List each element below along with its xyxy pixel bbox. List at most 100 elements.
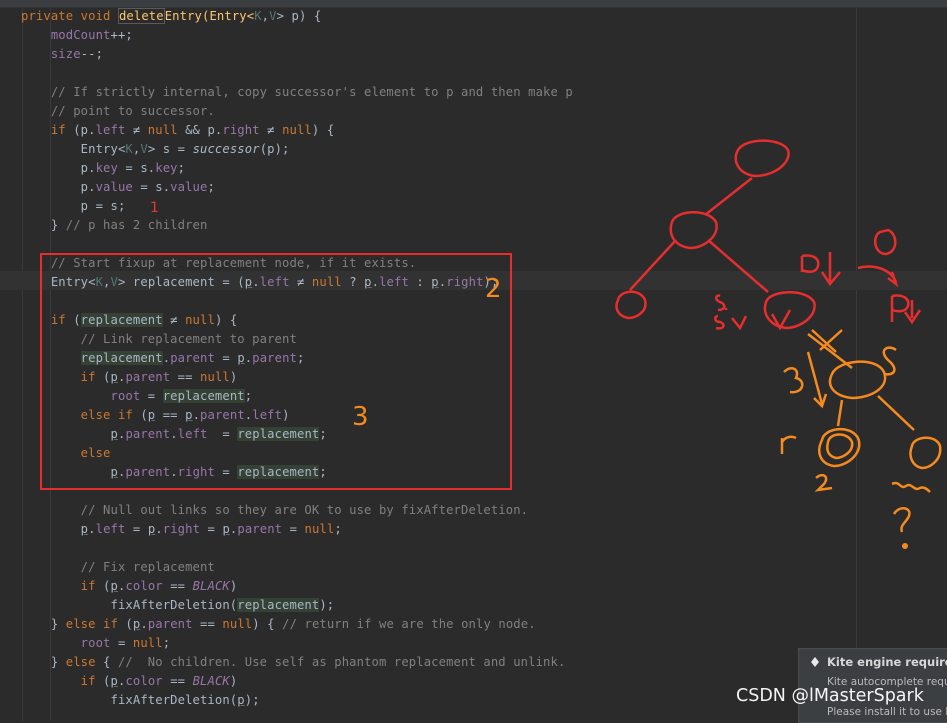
code-line[interactable]: // Fix replacement (0, 558, 947, 577)
code-token: K (254, 9, 262, 23)
code-token: . (170, 465, 178, 479)
code-token: , (103, 275, 111, 289)
code-token: null (132, 636, 163, 650)
code-line[interactable]: Entry<K,V> replacement = (p.left ≠ null … (0, 273, 947, 292)
code-token: left (95, 522, 126, 536)
code-token: == (192, 617, 223, 631)
code-token: right (162, 522, 201, 536)
code-token: (p. (73, 123, 96, 137)
code-line[interactable]: replacement.parent = p.parent; (0, 349, 947, 368)
code-token: ; (319, 427, 327, 441)
code-token: replacement (237, 598, 320, 612)
code-token: // If strictly internal, copy successor'… (21, 85, 573, 99)
code-line[interactable]: if (p.parent == null) (0, 368, 947, 387)
code-token: p (110, 427, 118, 441)
code-token: . (192, 408, 201, 422)
code-token: right (177, 465, 215, 479)
code-token: V (110, 275, 118, 289)
code-token: replacement (80, 313, 163, 327)
code-token: ( (125, 617, 133, 631)
code-line[interactable]: p.key = s.key; (0, 159, 947, 178)
code-token: ) (229, 579, 238, 593)
notification-line[interactable]: Please install it to use k (827, 706, 947, 718)
code-token: K (125, 142, 133, 156)
code-token: ) { (311, 123, 335, 137)
code-token: ) (229, 370, 238, 384)
code-line[interactable]: // point to successor. (0, 102, 947, 121)
code-token: ); (244, 693, 260, 707)
code-token: = (110, 636, 133, 650)
code-line[interactable] (0, 539, 947, 558)
code-token: p (237, 351, 245, 365)
code-token: ) { (214, 313, 238, 327)
code-token: ; (244, 389, 253, 403)
code-token: if (21, 123, 74, 137)
code-token: } (21, 655, 66, 669)
code-line[interactable]: // Link replacement to parent (0, 330, 947, 349)
code-token: . (170, 427, 178, 441)
code-line[interactable] (0, 292, 947, 311)
code-token: ( (140, 408, 148, 422)
code-line[interactable]: // Start fixup at replacement node, if i… (0, 254, 947, 273)
code-token: successor (192, 142, 260, 156)
code-token: . (252, 275, 260, 289)
code-line[interactable]: p.parent.left = replacement; (0, 425, 947, 444)
code-line[interactable]: p.left = p.right = p.parent = null; (0, 520, 947, 539)
code-line[interactable]: p.value = s.value; (0, 178, 947, 197)
code-line[interactable]: private void deleteEntry(Entry<K,V> p) { (0, 7, 947, 26)
code-line[interactable]: else (0, 444, 947, 463)
code-token: fixAfterDeletion( (21, 598, 238, 612)
code-token: null (311, 275, 342, 289)
code-token: ( (103, 579, 111, 593)
code-token: private void (21, 9, 118, 23)
code-editor[interactable]: private void deleteEntry(Entry<K,V> p) {… (0, 7, 947, 710)
code-token: if (21, 313, 74, 327)
code-line[interactable]: // If strictly internal, copy successor'… (0, 83, 947, 102)
code-line[interactable]: modCount++; (0, 26, 947, 45)
code-token: parent (170, 351, 215, 365)
code-token: ( (73, 313, 81, 327)
code-token: p. (21, 161, 96, 175)
code-token: modCount (21, 28, 111, 42)
code-token: parent (147, 617, 193, 631)
code-line[interactable]: } // p has 2 children (0, 216, 947, 235)
code-line[interactable]: // Null out links so they are OK to use … (0, 501, 947, 520)
code-token: p (110, 579, 118, 593)
code-token: ; (334, 522, 342, 536)
code-token: delete (117, 8, 165, 24)
code-line[interactable]: if (p.color == BLACK) (0, 577, 947, 596)
code-token: { (103, 655, 118, 669)
code-token: ≠ (289, 275, 312, 289)
code-line[interactable]: Entry<K,V> s = successor(p); (0, 140, 947, 159)
code-line[interactable] (0, 64, 947, 83)
code-line[interactable]: p = s; (0, 197, 947, 216)
code-line[interactable]: fixAfterDeletion(replacement); (0, 596, 947, 615)
code-token: color (125, 579, 163, 593)
code-token: == (162, 579, 193, 593)
code-token: ++; (110, 28, 133, 42)
code-line[interactable]: p.parent.right = replacement; (0, 463, 947, 482)
code-token: V (269, 9, 277, 23)
code-token: ) { (252, 617, 283, 631)
code-line[interactable]: root = replacement; (0, 387, 947, 406)
code-line[interactable]: size--; (0, 45, 947, 64)
code-line[interactable] (0, 482, 947, 501)
code-line[interactable]: } else if (p.parent == null) { // return… (0, 615, 947, 634)
code-token: = (140, 389, 163, 403)
code-line[interactable]: if (p.left ≠ null && p.right ≠ null) { (0, 121, 947, 140)
code-token: else if (65, 617, 126, 631)
code-token: if (21, 370, 104, 384)
code-token: parent (200, 408, 245, 422)
code-token: Entry(Entry< (164, 9, 255, 23)
code-line[interactable]: if (replacement ≠ null) { (0, 311, 947, 330)
code-token: null (304, 522, 335, 536)
code-token: if (21, 674, 104, 688)
code-token: null (147, 123, 178, 137)
code-line[interactable]: else if (p == p.parent.left) (0, 406, 947, 425)
code-token: V (140, 142, 148, 156)
code-token: > replacement = ( (117, 275, 245, 289)
code-token: ( (103, 370, 111, 384)
code-line[interactable] (0, 235, 947, 254)
code-token: = (125, 522, 148, 536)
